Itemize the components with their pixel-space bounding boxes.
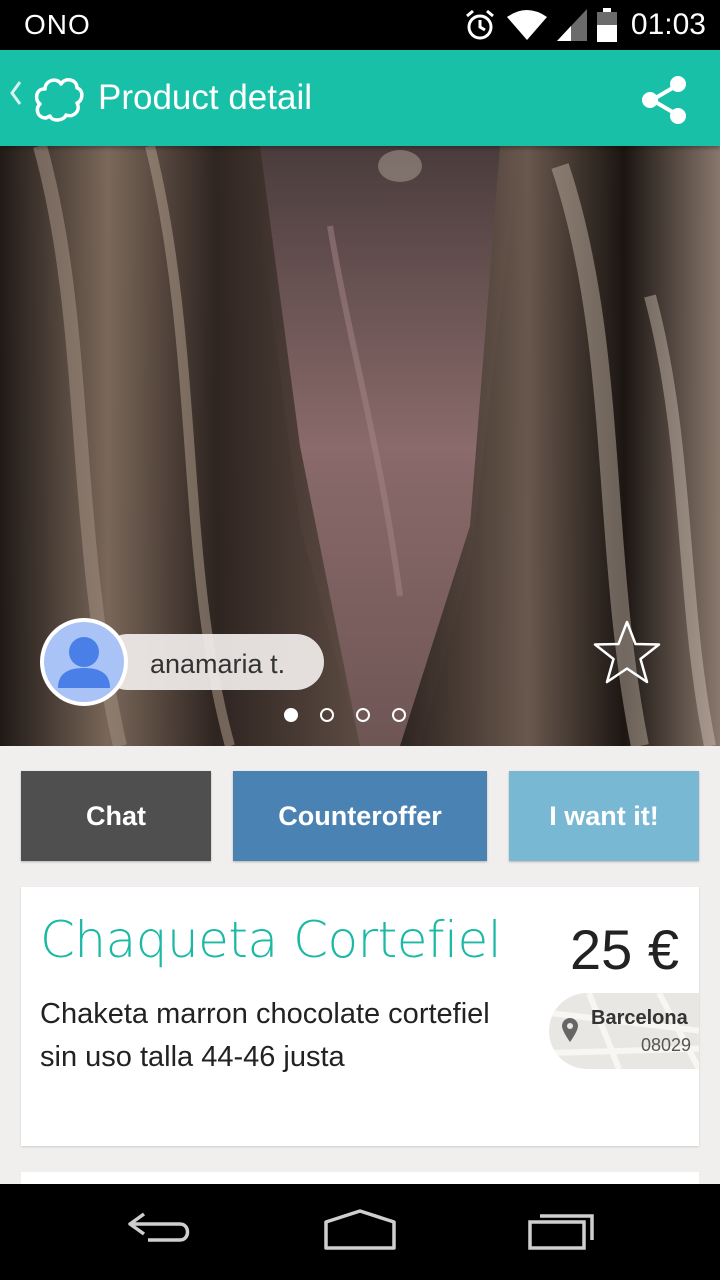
- carrier-name: ONO: [24, 9, 91, 40]
- next-card: [21, 1172, 699, 1184]
- seller-name: anamaria t.: [150, 649, 286, 679]
- app-bar: Product detail: [0, 50, 720, 146]
- alarm-icon: [465, 9, 494, 40]
- recents-icon[interactable]: [526, 1208, 598, 1252]
- avatar[interactable]: [40, 618, 128, 706]
- want-it-button[interactable]: I want it!: [509, 771, 699, 861]
- share-icon: [642, 76, 686, 124]
- location-zip: 08029: [640, 1035, 691, 1055]
- share-button[interactable]: [636, 72, 692, 128]
- status-bar: ONO 01:03: [0, 0, 720, 50]
- status-icons: 01:03: [463, 6, 706, 44]
- location-badge[interactable]: Barcelona 08029: [549, 993, 699, 1069]
- location-city: Barcelona: [591, 1007, 688, 1029]
- default-user-icon: [58, 637, 110, 688]
- chat-button[interactable]: Chat: [21, 771, 211, 861]
- carousel-indicator: [284, 708, 406, 722]
- product-info-card: Chaqueta Cortefiel 25 € Chaketa marron c…: [21, 887, 699, 1146]
- wifi-icon: [506, 10, 547, 40]
- clock: 01:03: [630, 8, 706, 41]
- location-pin-icon: [562, 1018, 578, 1042]
- app-logo-icon[interactable]: [32, 74, 84, 124]
- home-icon[interactable]: [322, 1208, 398, 1252]
- carousel-dot[interactable]: [284, 708, 298, 722]
- back-chevron-icon[interactable]: [8, 78, 22, 108]
- carousel-dot[interactable]: [392, 708, 406, 722]
- carousel-dot[interactable]: [356, 708, 370, 722]
- favorite-star-icon[interactable]: [590, 618, 664, 688]
- product-content: Chat Counteroffer I want it! Chaqueta Co…: [0, 746, 720, 1184]
- product-title: Chaqueta Cortefiel: [40, 911, 502, 969]
- carousel-dot[interactable]: [320, 708, 334, 722]
- product-description: Chaketa marron chocolate cortefiel sin u…: [40, 998, 490, 1073]
- signal-icon: [556, 9, 587, 41]
- product-image-carousel[interactable]: anamaria t.: [0, 146, 720, 746]
- product-price: 25 €: [570, 918, 679, 981]
- system-nav-bar: [0, 1184, 720, 1280]
- back-icon[interactable]: [124, 1208, 194, 1248]
- counteroffer-button[interactable]: Counteroffer: [233, 771, 487, 861]
- seller-badge[interactable]: anamaria t.: [40, 618, 324, 708]
- battery-icon: [596, 8, 617, 42]
- page-title: Product detail: [98, 78, 313, 117]
